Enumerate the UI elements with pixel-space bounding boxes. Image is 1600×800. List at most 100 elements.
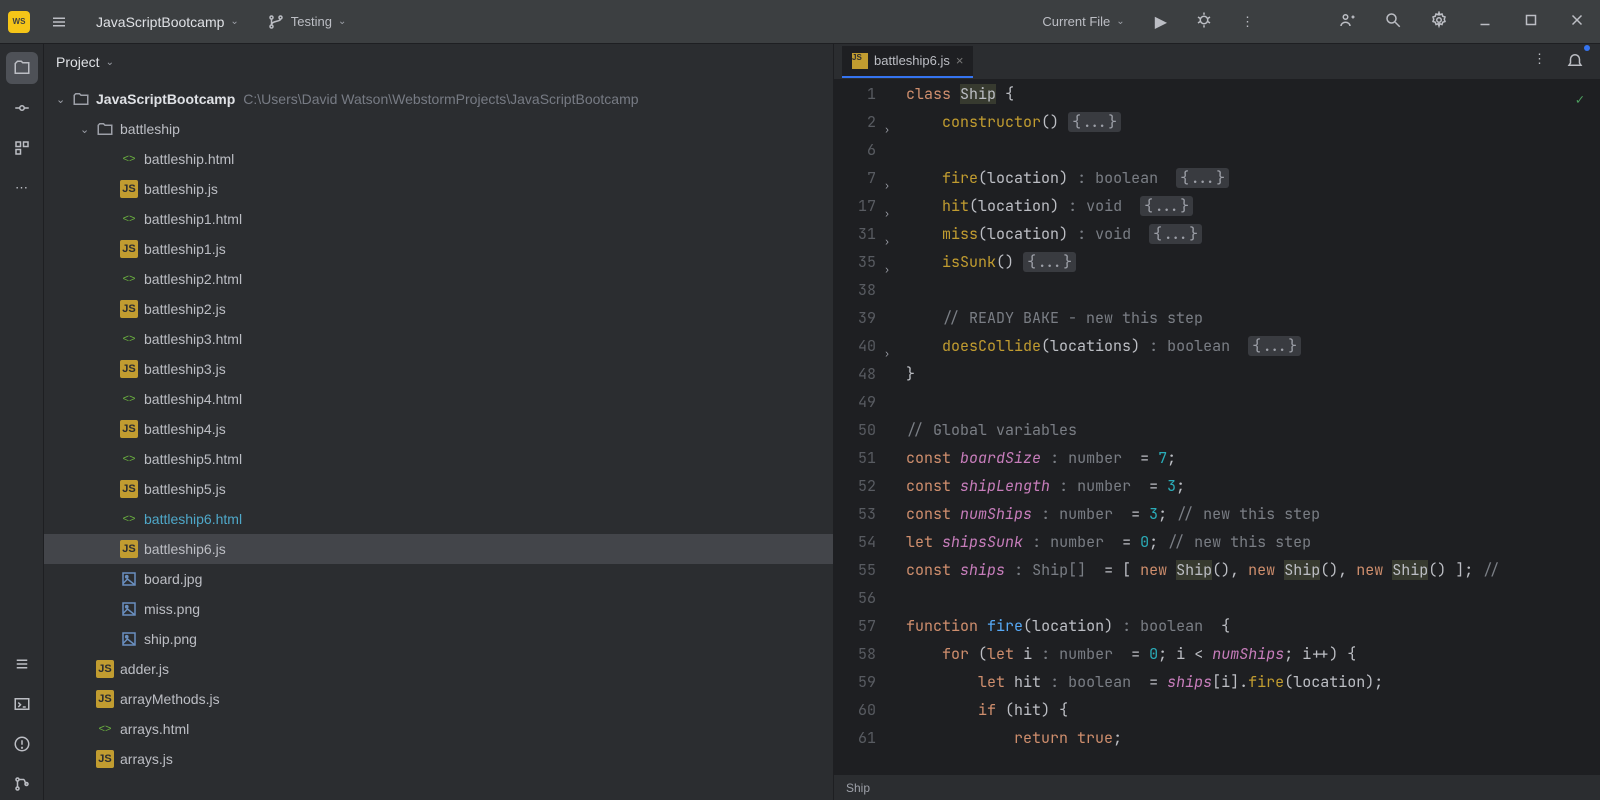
tree-item[interactable]: JSbattleship1.js <box>44 234 833 264</box>
tree-item[interactable]: JSarrayMethods.js <box>44 684 833 714</box>
file-name: battleship1.html <box>144 211 242 227</box>
more-tools-button[interactable]: ⋯ <box>6 172 38 204</box>
project-dropdown[interactable]: JavaScriptBootcamp⌄ <box>88 10 247 34</box>
html-file-icon: <> <box>120 330 138 348</box>
problems-tool-button[interactable] <box>6 728 38 760</box>
code-content[interactable]: class Ship { constructor() {...} fire(lo… <box>888 80 1600 774</box>
tree-item[interactable]: JSbattleship6.js <box>44 534 833 564</box>
tree-item[interactable]: ⌄ battleship <box>44 114 833 144</box>
file-name: ship.png <box>144 631 197 647</box>
tree-arrow: ⌄ <box>56 93 72 106</box>
file-name: battleship2.js <box>144 301 226 317</box>
terminal-tool-button[interactable] <box>6 688 38 720</box>
html-file-icon: <> <box>120 450 138 468</box>
tree-item[interactable]: <>battleship5.html <box>44 444 833 474</box>
file-name: adder.js <box>120 661 169 677</box>
code-with-me-button[interactable] <box>1332 5 1362 38</box>
tree-item[interactable]: <> arrays.html <box>44 714 833 744</box>
tree-item[interactable]: JS adder.js <box>44 654 833 684</box>
html-file-icon: <> <box>96 720 114 738</box>
breadcrumb[interactable]: Ship <box>834 774 1600 800</box>
tree-item[interactable]: ship.png <box>44 624 833 654</box>
file-name: battleship <box>120 121 180 137</box>
maximize-button[interactable] <box>1516 5 1546 38</box>
tree-item[interactable]: <>battleship.html <box>44 144 833 174</box>
search-button[interactable] <box>1378 5 1408 38</box>
html-file-icon: <> <box>120 390 138 408</box>
branch-label: Testing <box>291 14 332 29</box>
html-file-icon: <> <box>120 270 138 288</box>
image-file-icon <box>120 630 138 648</box>
commit-tool-button[interactable] <box>6 92 38 124</box>
run-config-label: Current File <box>1042 14 1110 29</box>
close-tab-icon[interactable]: × <box>956 53 964 68</box>
tree-item[interactable]: board.jpg <box>44 564 833 594</box>
minimize-button[interactable] <box>1470 5 1500 38</box>
tree-item[interactable]: miss.png <box>44 594 833 624</box>
structure-tool-button[interactable] <box>6 132 38 164</box>
tree-item[interactable]: ⌄JavaScriptBootcampC:\Users\David Watson… <box>44 84 833 114</box>
hamburger-menu[interactable] <box>42 9 76 35</box>
settings-button[interactable] <box>1424 5 1454 38</box>
tree-arrow: ⌄ <box>80 123 96 136</box>
file-name: arrayMethods.js <box>120 691 220 707</box>
file-name: battleship6.html <box>144 511 242 527</box>
project-tree[interactable]: ⌄JavaScriptBootcampC:\Users\David Watson… <box>44 80 833 800</box>
chevron-down-icon: ⌄ <box>1116 16 1124 27</box>
js-file-icon: JS <box>120 480 138 498</box>
tree-item[interactable]: <> battleship6.html <box>44 504 833 534</box>
html-file-icon: <> <box>120 510 138 528</box>
panel-header[interactable]: Project ⌄ <box>44 44 833 80</box>
breadcrumb-item: Ship <box>846 781 870 795</box>
file-name: arrays.html <box>120 721 189 737</box>
file-name: battleship6.js <box>144 541 226 557</box>
js-file-icon: JS <box>120 180 138 198</box>
tree-item[interactable]: <> battleship2.html <box>44 264 833 294</box>
more-actions-button[interactable]: ⋮ <box>1235 8 1260 36</box>
tree-item[interactable]: <> battleship3.html <box>44 324 833 354</box>
tree-item[interactable]: JSbattleship5.js <box>44 474 833 504</box>
tab-battleship6-js[interactable]: JS battleship6.js × <box>842 46 973 78</box>
webstorm-icon: WS <box>8 11 30 33</box>
js-file-icon: JS <box>120 240 138 258</box>
file-name: miss.png <box>144 601 200 617</box>
main-toolbar: WS JavaScriptBootcamp⌄ Testing⌄ Current … <box>0 0 1600 44</box>
tab-label: battleship6.js <box>874 53 950 68</box>
file-name: battleship3.html <box>144 331 242 347</box>
file-name: battleship.js <box>144 181 218 197</box>
image-file-icon <box>120 600 138 618</box>
git-branch-dropdown[interactable]: Testing⌄ <box>259 9 355 35</box>
js-file-icon: JS <box>120 420 138 438</box>
run-button[interactable]: ▶ <box>1149 6 1173 38</box>
panel-title: Project <box>56 54 100 70</box>
tree-item[interactable]: JSbattleship3.js <box>44 354 833 384</box>
html-file-icon: <> <box>120 150 138 168</box>
debug-button[interactable] <box>1189 5 1219 39</box>
tree-item[interactable]: <> battleship1.html <box>44 204 833 234</box>
file-name: battleship4.js <box>144 421 226 437</box>
code-area[interactable]: ✓ 12›67›17›31›35›383940›4849505152535455… <box>834 80 1600 774</box>
run-config-dropdown[interactable]: Current File ⌄ <box>1034 10 1132 33</box>
tree-item[interactable]: JSbattleship2.js <box>44 294 833 324</box>
close-window-button[interactable] <box>1562 5 1592 38</box>
html-file-icon: <> <box>120 210 138 228</box>
tree-item[interactable]: <>battleship4.html <box>44 384 833 414</box>
project-tool-button[interactable] <box>6 52 38 84</box>
file-name: battleship3.js <box>144 361 226 377</box>
file-name: arrays.js <box>120 751 173 767</box>
tree-item[interactable]: JS battleship4.js <box>44 414 833 444</box>
todo-tool-button[interactable] <box>6 648 38 680</box>
inspection-ok-icon[interactable]: ✓ <box>1576 86 1584 114</box>
tab-more-button[interactable]: ⋮ <box>1527 45 1552 78</box>
notifications-button[interactable] <box>1560 45 1590 78</box>
chevron-down-icon: ⌄ <box>106 57 114 68</box>
tree-item[interactable]: JS battleship.js <box>44 174 833 204</box>
js-file-icon: JS <box>852 53 868 69</box>
tree-item[interactable]: JSarrays.js <box>44 744 833 774</box>
left-tool-rail: ⋯ <box>0 44 44 800</box>
image-file-icon <box>120 570 138 588</box>
js-file-icon: JS <box>96 660 114 678</box>
file-name: battleship2.html <box>144 271 242 287</box>
gutter[interactable]: 12›67›17›31›35›383940›484950515253545556… <box>834 80 888 774</box>
vcs-tool-button[interactable] <box>6 768 38 800</box>
